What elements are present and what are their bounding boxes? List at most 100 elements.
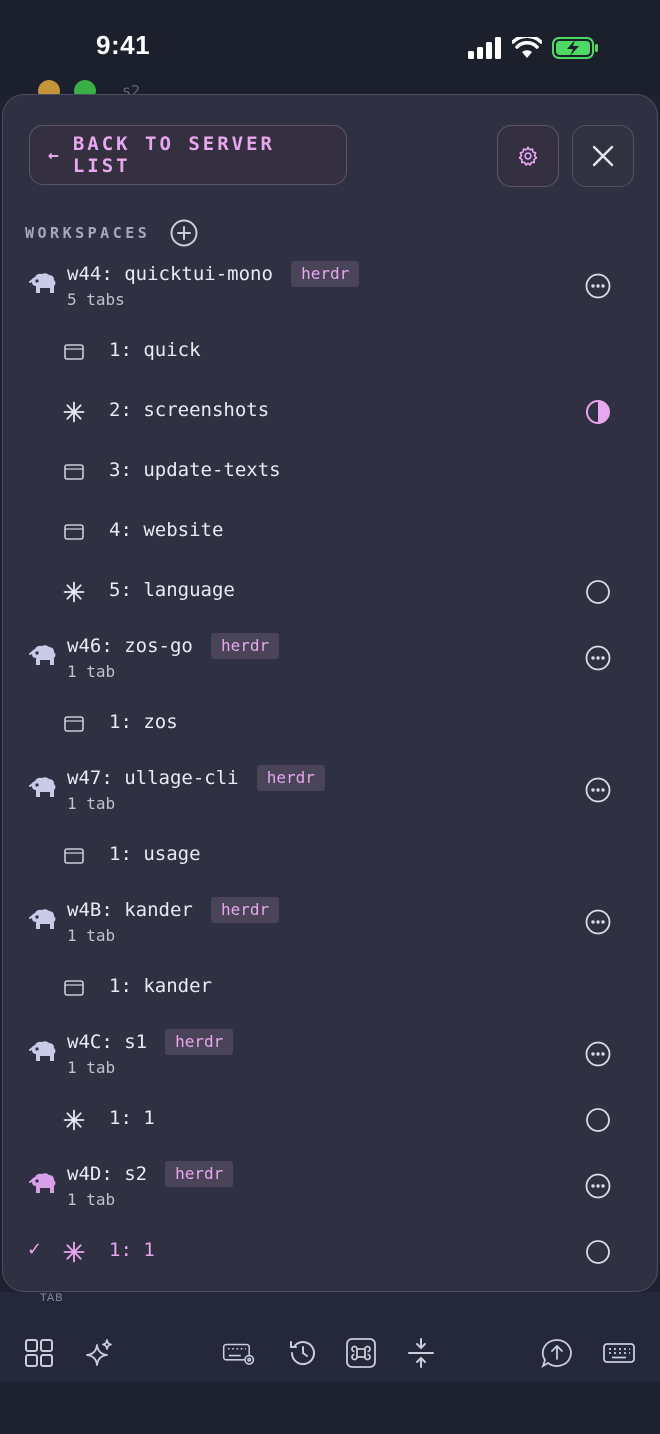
window-icon <box>63 713 85 735</box>
more-options-button[interactable] <box>585 1173 611 1199</box>
tab-row[interactable]: 4: website <box>3 505 657 561</box>
back-to-server-list-button[interactable]: ← BACK TO SERVER LIST <box>29 125 347 185</box>
tab-key-hint: TAB <box>40 1292 64 1304</box>
ellipsis-circle-icon <box>585 273 611 303</box>
workspace-title: w4B: kander <box>67 899 193 921</box>
ellipsis-circle-icon <box>585 1173 611 1203</box>
history-icon <box>290 1341 315 1365</box>
split-button[interactable] <box>404 1336 438 1370</box>
more-options-button[interactable] <box>585 777 611 803</box>
sheep-icon <box>29 907 57 933</box>
tab-row[interactable]: 2: screenshots <box>3 385 657 441</box>
workspace-tab-count: 1 tab <box>67 926 116 945</box>
sheep-icon <box>29 1039 57 1065</box>
ellipsis-circle-icon <box>585 1041 611 1071</box>
more-options-button[interactable] <box>585 645 611 671</box>
grid-icon <box>25 1339 53 1367</box>
tab-label: 1: kander <box>109 975 212 997</box>
gear-icon <box>518 146 538 166</box>
tab-label: 1: zos <box>109 711 178 733</box>
more-options-button[interactable] <box>585 909 611 935</box>
tab-row[interactable]: 1: 1 <box>3 1093 657 1149</box>
tab-label: 4: website <box>109 519 224 541</box>
workspace-row[interactable]: w4B: kander herdr 1 tab <box>3 889 657 959</box>
workspace-row[interactable]: w46: zos-go herdr 1 tab <box>3 625 657 695</box>
grid-button[interactable] <box>22 1336 56 1370</box>
server-workspace-panel: ← BACK TO SERVER LIST WORKSPACES w44: qu… <box>2 94 658 1292</box>
back-button-label: BACK TO SERVER LIST <box>72 133 275 177</box>
plus-circle-icon[interactable] <box>170 219 198 247</box>
workspaces-header: WORKSPACES <box>25 219 198 247</box>
window-icon <box>63 341 85 363</box>
workspace-tab-count: 1 tab <box>67 794 116 813</box>
sparkles-icon <box>86 1339 112 1366</box>
more-options-button[interactable] <box>585 1041 611 1067</box>
battery-charging-icon <box>552 37 598 59</box>
command-button[interactable] <box>344 1336 378 1370</box>
tab-label: 3: update-texts <box>109 459 281 481</box>
ai-button[interactable] <box>82 1336 116 1370</box>
status-bar: 9:41 s2 <box>0 0 660 102</box>
history-button[interactable] <box>286 1336 320 1370</box>
window-icon <box>63 521 85 543</box>
workspace-row[interactable]: w4C: s1 herdr 1 tab <box>3 1021 657 1091</box>
workspace-badge: herdr <box>291 261 360 287</box>
window-icon <box>63 845 85 867</box>
status-icons <box>468 36 600 60</box>
half-circle-status-icon <box>585 399 611 425</box>
ellipsis-circle-icon <box>585 777 611 807</box>
workspace-badge: herdr <box>210 897 280 923</box>
split-icon <box>408 1338 434 1368</box>
workspace-badge: herdr <box>165 1161 234 1187</box>
window-icon <box>63 977 85 999</box>
window-icon <box>63 461 85 483</box>
workspace-title: w4D: s2 <box>67 1163 148 1185</box>
workspace-title: w46: zos-go <box>67 635 193 657</box>
sheep-icon <box>29 775 57 801</box>
workspace-tab-count: 5 tabs <box>67 290 125 309</box>
tab-row[interactable]: 1: zos <box>3 697 657 753</box>
keyboard-icon <box>603 1343 635 1363</box>
keyboard-settings-button[interactable] <box>222 1336 256 1370</box>
empty-circle-status-icon <box>585 1239 611 1265</box>
tab-label: 1: 1 <box>109 1239 155 1261</box>
home-indicator-area <box>0 1382 660 1434</box>
tab-row[interactable]: 1: kander <box>3 961 657 1017</box>
sparkle-icon <box>63 1109 85 1131</box>
close-button[interactable] <box>572 125 634 187</box>
sheep-icon <box>29 643 57 669</box>
tab-row[interactable]: 3: update-texts <box>3 445 657 501</box>
tab-row[interactable]: ✓ 1: 1 <box>3 1225 657 1281</box>
sparkle-icon <box>63 1241 85 1263</box>
more-options-button[interactable] <box>585 273 611 299</box>
ellipsis-circle-icon <box>585 645 611 675</box>
workspace-badge: herdr <box>165 1029 234 1055</box>
tab-label: 1: quick <box>109 339 201 361</box>
tab-row[interactable]: 1: quick <box>3 325 657 381</box>
arrow-left-icon: ← <box>48 144 59 166</box>
workspaces-label: WORKSPACES <box>25 224 151 242</box>
workspace-title: w47: ullage-cli <box>67 767 239 789</box>
tab-row[interactable]: 5: language <box>3 565 657 621</box>
upload-message-button[interactable] <box>540 1336 574 1370</box>
status-time: 9:41 <box>96 30 151 60</box>
workspace-badge: herdr <box>256 765 325 791</box>
checkmark-icon: ✓ <box>27 1239 43 1260</box>
settings-button[interactable] <box>497 125 559 187</box>
keyboard-button[interactable] <box>602 1336 636 1370</box>
wifi-icon <box>512 37 542 58</box>
close-icon <box>592 145 614 167</box>
workspace-row[interactable]: w47: ullage-cli herdr 1 tab <box>3 757 657 827</box>
sheep-icon <box>29 271 57 297</box>
keyboard-settings-icon <box>222 1343 255 1365</box>
workspace-tab-count: 1 tab <box>67 1058 116 1077</box>
workspace-badge: herdr <box>210 633 280 659</box>
workspace-row[interactable]: w4D: s2 herdr 1 tab <box>3 1153 657 1223</box>
workspace-title: w4C: s1 <box>67 1031 148 1053</box>
sparkle-icon <box>63 581 85 603</box>
tab-label: 5: language <box>109 579 235 601</box>
empty-circle-status-icon <box>585 1107 611 1133</box>
workspace-tab-count: 1 tab <box>67 1190 116 1209</box>
tab-row[interactable]: 1: usage <box>3 829 657 885</box>
workspace-row[interactable]: w44: quicktui-mono herdr 5 tabs <box>3 253 657 323</box>
